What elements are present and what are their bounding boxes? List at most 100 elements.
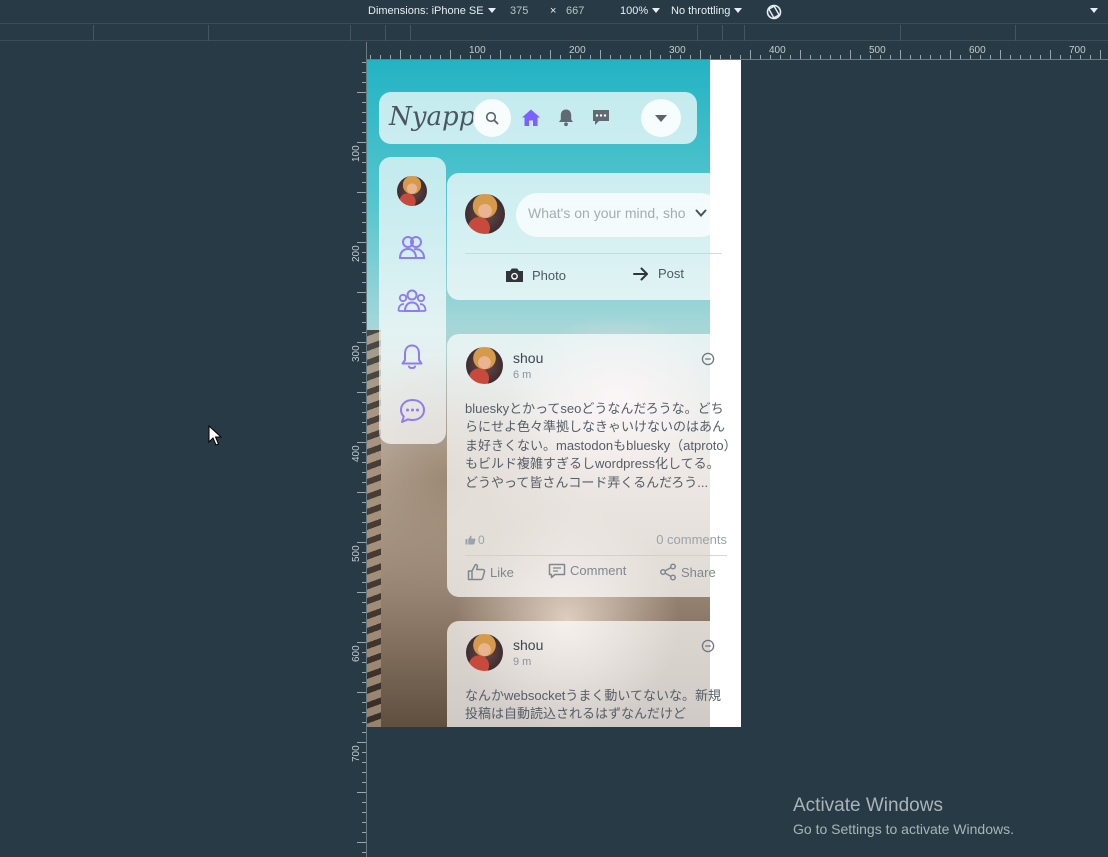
- chevron-down-icon: [734, 8, 743, 13]
- thumbs-up-icon: [465, 535, 476, 545]
- notifications-icon[interactable]: [400, 343, 424, 371]
- activation-watermark-subtitle: Go to Settings to activate Windows.: [793, 821, 1014, 837]
- like-count-value: 0: [478, 533, 485, 547]
- chevron-down-icon: [652, 8, 661, 13]
- share-button[interactable]: Share: [659, 563, 716, 581]
- comment-button[interactable]: Comment: [548, 563, 626, 579]
- composer-divider: [465, 253, 722, 254]
- friends-icon[interactable]: [398, 233, 426, 261]
- message-icon[interactable]: [591, 108, 611, 127]
- ruler-label: 500: [869, 45, 886, 56]
- post-author[interactable]: shou: [513, 637, 543, 653]
- chevron-down-icon[interactable]: [695, 209, 707, 218]
- like-icon: [467, 563, 486, 581]
- media-query-divider: [900, 25, 901, 41]
- post-author-avatar[interactable]: [466, 347, 503, 384]
- media-query-divider: [385, 25, 386, 41]
- ruler-label: 700: [351, 745, 362, 762]
- height-input[interactable]: 667: [566, 5, 584, 17]
- media-query-bar: [0, 25, 1108, 41]
- post-options-icon[interactable]: [701, 639, 715, 653]
- media-query-divider: [410, 25, 411, 41]
- device-toolbar: Dimensions: iPhone SE 375 × 667 100% No …: [0, 0, 1108, 24]
- share-label: Share: [681, 565, 716, 580]
- media-query-divider: [93, 25, 94, 41]
- device-dimensions-label: Dimensions: iPhone SE: [368, 5, 484, 17]
- post-author[interactable]: shou: [513, 350, 543, 366]
- media-query-divider: [1015, 25, 1016, 41]
- post-card: shou 9 m なんかwebsocketうまく動いてないな。新規投稿は自動読込…: [447, 621, 741, 727]
- media-query-divider: [722, 25, 723, 41]
- activation-watermark-title: Activate Windows: [793, 795, 943, 816]
- photo-button[interactable]: Photo: [505, 267, 566, 283]
- ruler-label: 300: [351, 345, 362, 362]
- vertical-ruler: 100 200 300 400 500 600 700: [349, 42, 367, 857]
- ruler-label: 400: [769, 45, 786, 56]
- caret-down-icon: [655, 115, 667, 122]
- post-body: なんかwebsocketうまく動いてないな。新規投稿は自動読込されるはずなんだけ…: [465, 688, 722, 722]
- bell-icon[interactable]: [557, 108, 575, 127]
- ruler-label: 600: [351, 645, 362, 662]
- ruler-label: 300: [669, 45, 686, 56]
- ruler-label: 100: [351, 145, 362, 162]
- post-time: 6 m: [513, 369, 532, 381]
- post-body: blueskyとかってseoどうなんだろうな。どちらにせよ色々準拠しなきゃいけな…: [465, 401, 731, 490]
- ruler-label: 500: [351, 545, 362, 562]
- like-label: Like: [490, 565, 514, 580]
- post-card: shou 6 m blueskyとかってseoどうなんだろうな。どちらにせよ色々…: [447, 334, 741, 597]
- compose-input[interactable]: What's on your mind, sho: [516, 193, 722, 237]
- like-button[interactable]: Like: [467, 563, 514, 581]
- media-query-divider: [697, 25, 698, 41]
- post-author-avatar[interactable]: [466, 634, 503, 671]
- more-options-button[interactable]: [1086, 5, 1098, 17]
- zoom-label: 100%: [620, 5, 649, 17]
- like-count: 0: [465, 533, 485, 547]
- chevron-down-icon: [1090, 8, 1098, 13]
- mouse-cursor-icon: [208, 425, 222, 446]
- comment-count[interactable]: 0 comments: [656, 532, 727, 547]
- media-query-divider: [208, 25, 209, 41]
- post-composer: What's on your mind, sho Photo Post: [447, 173, 741, 300]
- comment-icon: [548, 563, 566, 579]
- ruler-label: 400: [351, 445, 362, 462]
- app-logo[interactable]: Nyapp: [389, 102, 475, 132]
- post-button[interactable]: Post: [633, 266, 684, 281]
- width-input[interactable]: 375: [510, 5, 528, 17]
- share-icon: [659, 563, 677, 581]
- account-menu-button[interactable]: [641, 99, 681, 137]
- throttling-label: No throttling: [671, 5, 731, 17]
- throttling-select[interactable]: No throttling: [671, 5, 743, 17]
- device-dimensions-select[interactable]: Dimensions: iPhone SE: [368, 5, 496, 17]
- post-options-icon[interactable]: [701, 352, 715, 366]
- zoom-select[interactable]: 100%: [620, 5, 661, 17]
- media-query-divider: [350, 25, 351, 41]
- photo-label: Photo: [532, 268, 566, 283]
- camera-icon: [506, 268, 523, 282]
- composer-avatar: [465, 194, 505, 234]
- top-navbar: Nyapp: [379, 92, 697, 144]
- post-label: Post: [658, 266, 685, 281]
- sidebar-avatar[interactable]: [397, 176, 427, 206]
- groups-icon[interactable]: [397, 288, 427, 314]
- post-time: 9 m: [513, 656, 532, 668]
- comment-label: Comment: [570, 563, 627, 578]
- arrow-right-icon: [633, 267, 648, 281]
- device-viewport: Nyapp What's on your mind, sho Photo Pos…: [367, 60, 741, 727]
- ruler-label: 200: [351, 245, 362, 262]
- rotate-icon[interactable]: [765, 3, 783, 21]
- horizontal-ruler: 100 200 300 400 500 600 700: [349, 42, 1108, 60]
- home-icon[interactable]: [521, 108, 541, 127]
- ruler-label: 200: [569, 45, 586, 56]
- chat-icon[interactable]: [399, 398, 426, 424]
- search-button[interactable]: [473, 99, 511, 137]
- post-divider: [465, 555, 727, 556]
- media-query-divider: [744, 25, 745, 41]
- search-icon: [485, 111, 499, 125]
- ruler-ticks: [350, 42, 1108, 60]
- left-sidebar: [379, 157, 446, 444]
- chevron-down-icon: [487, 8, 496, 13]
- ruler-label: 600: [969, 45, 986, 56]
- ruler-label: 700: [1069, 45, 1086, 56]
- dimension-separator: ×: [550, 5, 557, 17]
- ruler-label: 100: [469, 45, 486, 56]
